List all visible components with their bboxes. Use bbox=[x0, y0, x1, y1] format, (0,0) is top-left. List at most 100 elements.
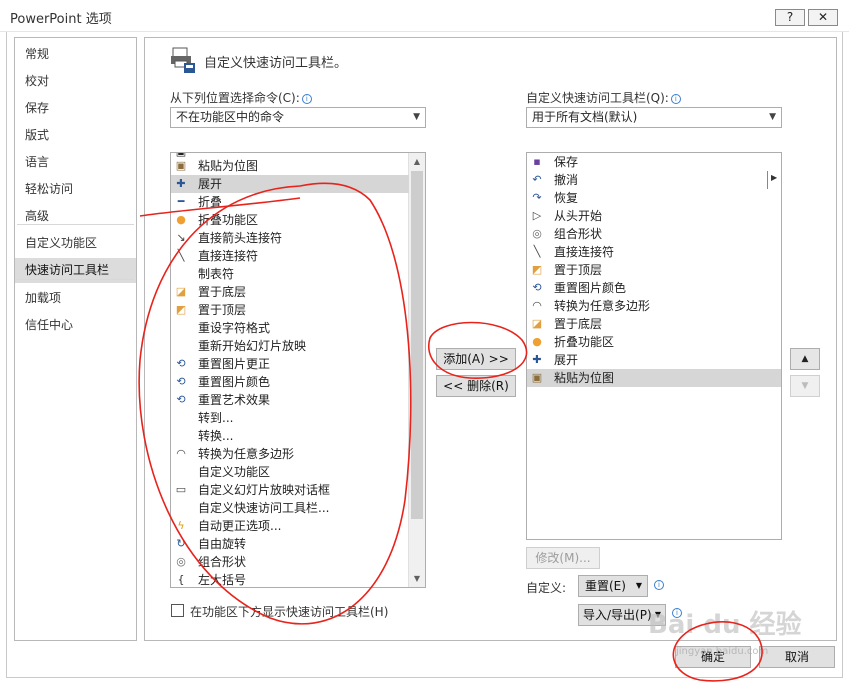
nav-item[interactable]: 信任中心 bbox=[15, 313, 136, 338]
blank-icon bbox=[174, 267, 188, 281]
toolbar-scope-dropdown[interactable]: 用于所有文档(默认) ▼ bbox=[526, 107, 782, 128]
title-bar bbox=[0, 0, 849, 32]
list-item[interactable]: ▭ 自定义幻灯片放映对话框 bbox=[171, 481, 409, 499]
blank-icon bbox=[174, 411, 188, 425]
nav-item[interactable]: 高级 bbox=[15, 204, 136, 229]
list-item[interactable]: ▣ 粘贴为位图 bbox=[527, 369, 781, 387]
list-item-label: 折叠功能区 bbox=[554, 335, 615, 349]
list-item[interactable]: 转换... bbox=[171, 427, 409, 445]
blank-icon bbox=[174, 429, 188, 443]
list-item[interactable]: ◩ 置于顶层 bbox=[527, 261, 781, 279]
commands-list-scrollbar[interactable]: ▲ ▼ bbox=[408, 153, 425, 587]
list-item[interactable]: ↷ 恢复 bbox=[527, 189, 781, 207]
list-item-label: 重置艺术效果 bbox=[198, 393, 271, 407]
plus-icon: ✚ bbox=[176, 177, 186, 190]
reset-picture-icon: ⟲ bbox=[176, 375, 186, 388]
commands-list[interactable]: ▣ ▲ ▼ ▣粘贴为位图✚展开━折叠●折叠功能区↘直接箭头连接符╲直接连接符制表… bbox=[170, 152, 426, 588]
list-item[interactable]: ╲ 直接连接符 bbox=[171, 247, 409, 265]
list-item-label: 粘贴为位图 bbox=[554, 371, 615, 385]
blank-icon bbox=[174, 339, 188, 353]
list-item-label: 撤消 bbox=[554, 173, 579, 187]
move-down-button[interactable]: ▼ bbox=[790, 375, 820, 397]
nav-item[interactable]: 校对 bbox=[15, 69, 136, 94]
nav-item[interactable]: 保存 bbox=[15, 96, 136, 121]
list-item[interactable]: ✚ 展开 bbox=[527, 351, 781, 369]
scroll-down-icon[interactable]: ▼ bbox=[409, 570, 425, 587]
list-item[interactable]: ◩ 置于顶层 bbox=[171, 301, 409, 319]
list-item[interactable]: ◪ 置于底层 bbox=[171, 283, 409, 301]
list-item[interactable]: ↘ 直接箭头连接符 bbox=[171, 229, 409, 247]
list-item[interactable]: ⟲ 重置图片颜色 bbox=[171, 373, 409, 391]
minus-icon: ━ bbox=[177, 195, 185, 208]
cancel-button[interactable]: 取消 bbox=[759, 646, 835, 668]
remove-button[interactable]: << 删除(R) bbox=[436, 375, 516, 397]
help-button[interactable]: ? bbox=[775, 9, 805, 26]
list-item[interactable]: ● 折叠功能区 bbox=[527, 333, 781, 351]
list-item[interactable]: 自定义快速访问工具栏... bbox=[171, 499, 409, 517]
close-button[interactable]: ✕ bbox=[808, 9, 838, 26]
line-connector-icon: ╲ bbox=[177, 249, 185, 262]
watermark-url: jingyan.baidu.com bbox=[676, 646, 769, 657]
move-up-button[interactable]: ▲ bbox=[790, 348, 820, 370]
modify-button[interactable]: 修改(M)... bbox=[526, 547, 600, 569]
quick-access-toolbar-icon bbox=[171, 47, 195, 73]
list-item[interactable]: 制表符 bbox=[171, 265, 409, 283]
list-item[interactable]: ◎ 组合形状 bbox=[527, 225, 781, 243]
options-nav: 常规 校对 保存 版式 语言 轻松访问 高级 自定义功能区 快速访问工具栏 加载项 信任中心 bbox=[14, 37, 137, 641]
paste-picture-icon: ▣ bbox=[531, 371, 543, 384]
list-item[interactable]: ● 折叠功能区 bbox=[171, 211, 409, 229]
list-item[interactable]: 重新开始幻灯片放映 bbox=[171, 337, 409, 355]
show-below-ribbon-checkbox[interactable] bbox=[171, 604, 184, 617]
list-item-label: 转换为任意多边形 bbox=[198, 447, 295, 461]
list-item-label: 置于底层 bbox=[554, 317, 603, 331]
list-item[interactable]: ϟ 自动更正选项... bbox=[171, 517, 409, 535]
list-item[interactable]: 重设字符格式 bbox=[171, 319, 409, 337]
list-item-label: 恢复 bbox=[554, 191, 579, 205]
list-item[interactable]: ▪ 保存 bbox=[527, 153, 781, 171]
reset-picture-icon: ⟲ bbox=[532, 281, 542, 294]
list-item[interactable]: ✚ 展开 bbox=[171, 175, 409, 193]
nav-item[interactable]: 自定义功能区 bbox=[15, 231, 136, 256]
nav-item[interactable]: 常规 bbox=[15, 42, 136, 67]
nav-item[interactable]: 轻松访问 bbox=[15, 177, 136, 202]
list-item[interactable]: ━ 折叠 bbox=[171, 193, 409, 211]
list-item[interactable]: ▣ 粘贴为位图 bbox=[171, 157, 409, 175]
list-item[interactable]: ↶ 撤消 bbox=[527, 171, 781, 189]
list-item[interactable]: ╲ 直接连接符 bbox=[527, 243, 781, 261]
list-item-label: 左大括号 bbox=[198, 573, 247, 587]
nav-item[interactable]: 语言 bbox=[15, 150, 136, 175]
list-item[interactable]: ↻ 自由旋转 bbox=[171, 535, 409, 553]
list-item-label: 展开 bbox=[554, 353, 579, 367]
list-item[interactable]: ◠ 转换为任意多边形 bbox=[171, 445, 409, 463]
list-item-label: 置于顶层 bbox=[198, 303, 247, 317]
reset-button[interactable]: 重置(E) ▼ bbox=[578, 575, 648, 597]
list-item[interactable]: ⟲ 重置图片颜色 bbox=[527, 279, 781, 297]
list-item[interactable]: ◪ 置于底层 bbox=[527, 315, 781, 333]
autocorrect-icon: ϟ bbox=[177, 519, 185, 532]
nav-item[interactable]: 版式 bbox=[15, 123, 136, 148]
watermark-brand: Bai du 经验 bbox=[648, 610, 802, 640]
choose-commands-dropdown[interactable]: 不在功能区中的命令 ▼ bbox=[170, 107, 426, 128]
list-item[interactable]: ⟲ 重置图片更正 bbox=[171, 355, 409, 373]
toolbar-commands-list[interactable]: ▶ ▪ 保存 ↶ 撤消 ↷ 恢复 ▷ 从头开始 ◎ 组合形状 ╲ 直接连接符 ◩ 置于顶层 ⟲ 重置图片颜色 ◠… bbox=[526, 152, 782, 540]
scroll-thumb[interactable] bbox=[411, 171, 423, 519]
add-button[interactable]: 添加(A) >> bbox=[436, 348, 516, 370]
list-item[interactable]: ◠ 转换为任意多边形 bbox=[527, 297, 781, 315]
list-item[interactable]: ▷ 从头开始 bbox=[527, 207, 781, 225]
arrow-down-icon: ▼ bbox=[801, 381, 809, 391]
list-item-label: 组合形状 bbox=[554, 227, 603, 241]
scroll-up-icon[interactable]: ▲ bbox=[409, 153, 425, 170]
list-item[interactable]: 转到... bbox=[171, 409, 409, 427]
nav-item[interactable]: 加载项 bbox=[15, 286, 136, 311]
choose-commands-label: 从下列位置选择命令(C): i bbox=[170, 89, 312, 106]
list-item[interactable]: ◎ 组合形状 bbox=[171, 553, 409, 571]
list-item[interactable]: 自定义功能区 bbox=[171, 463, 409, 481]
list-item[interactable]: ⟲ 重置艺术效果 bbox=[171, 391, 409, 409]
brace-icon: { bbox=[177, 573, 185, 586]
list-item[interactable]: { 左大括号 bbox=[171, 571, 409, 587]
dot-icon: ● bbox=[532, 335, 542, 348]
send-to-back-icon: ◪ bbox=[531, 317, 543, 330]
start-from-beginning-icon: ▷ bbox=[532, 209, 542, 222]
list-item-label: 重设字符格式 bbox=[198, 321, 271, 335]
combine-shapes-icon: ◎ bbox=[176, 555, 186, 568]
